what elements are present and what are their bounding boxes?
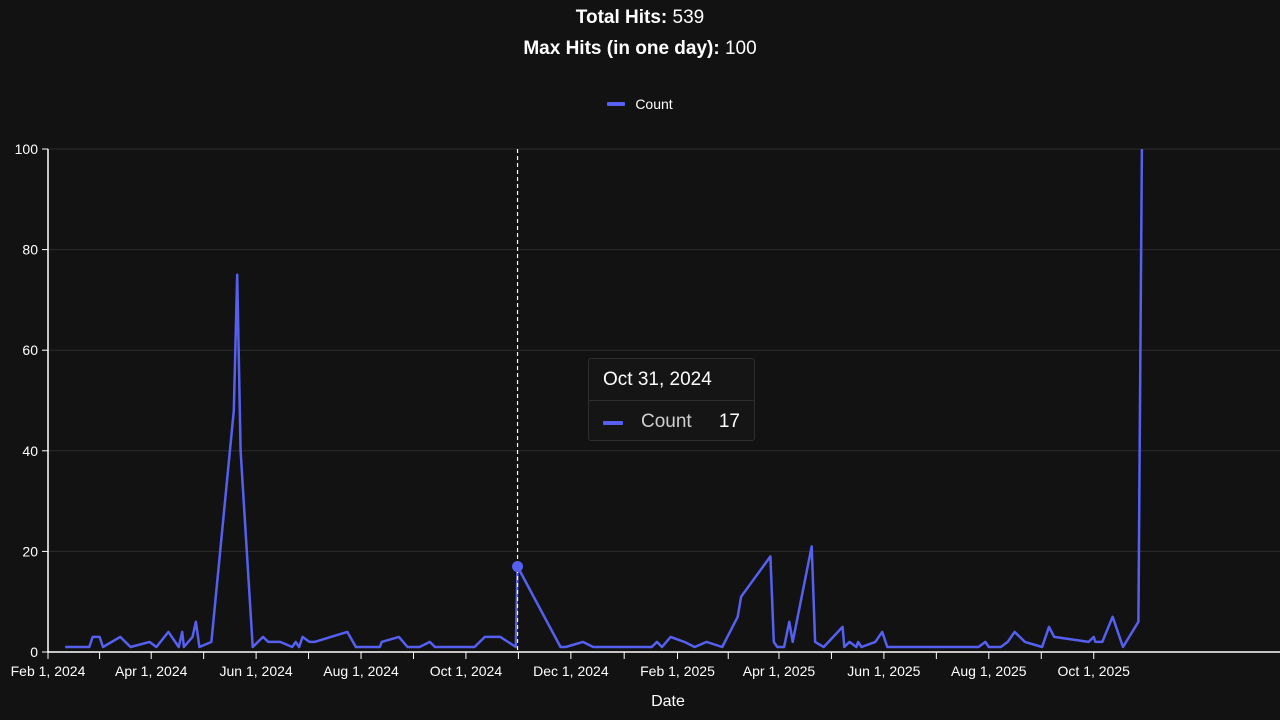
y-tick-label: 60 bbox=[22, 342, 38, 358]
x-tick-label: Oct 1, 2024 bbox=[430, 663, 503, 679]
tooltip-divider bbox=[589, 400, 754, 401]
x-tick-label: Dec 1, 2024 bbox=[533, 663, 609, 679]
x-tick-label: Aug 1, 2024 bbox=[323, 663, 399, 679]
y-tick-label: 100 bbox=[15, 141, 39, 157]
tooltip-series-value: 17 bbox=[718, 411, 740, 432]
y-tick-label: 20 bbox=[22, 543, 38, 559]
x-tick-label: Feb 1, 2024 bbox=[11, 663, 86, 679]
x-tick-label: Oct 1, 2025 bbox=[1058, 663, 1131, 679]
tooltip-series-swatch bbox=[603, 421, 623, 425]
x-tick-label: Feb 1, 2025 bbox=[640, 663, 715, 679]
x-tick-label: Aug 1, 2025 bbox=[951, 663, 1027, 679]
hover-crosshair bbox=[512, 149, 524, 652]
x-tick-label: Jun 1, 2025 bbox=[847, 663, 920, 679]
x-tick-label: Apr 1, 2025 bbox=[743, 663, 816, 679]
y-tick-label: 80 bbox=[22, 242, 38, 258]
y-tick-label: 0 bbox=[30, 644, 38, 660]
grid-lines bbox=[48, 148, 1280, 552]
x-tick-label: Apr 1, 2024 bbox=[115, 663, 188, 679]
hover-point bbox=[512, 560, 524, 572]
x-axis-title: Date bbox=[651, 693, 685, 710]
x-tick-label: Jun 1, 2024 bbox=[220, 663, 293, 679]
tooltip-date: Oct 31, 2024 bbox=[603, 369, 712, 390]
y-tick-label: 40 bbox=[22, 443, 38, 459]
tooltip-series-name: Count bbox=[641, 411, 692, 432]
chart-tooltip: Oct 31, 2024 Count 17 bbox=[588, 358, 755, 441]
